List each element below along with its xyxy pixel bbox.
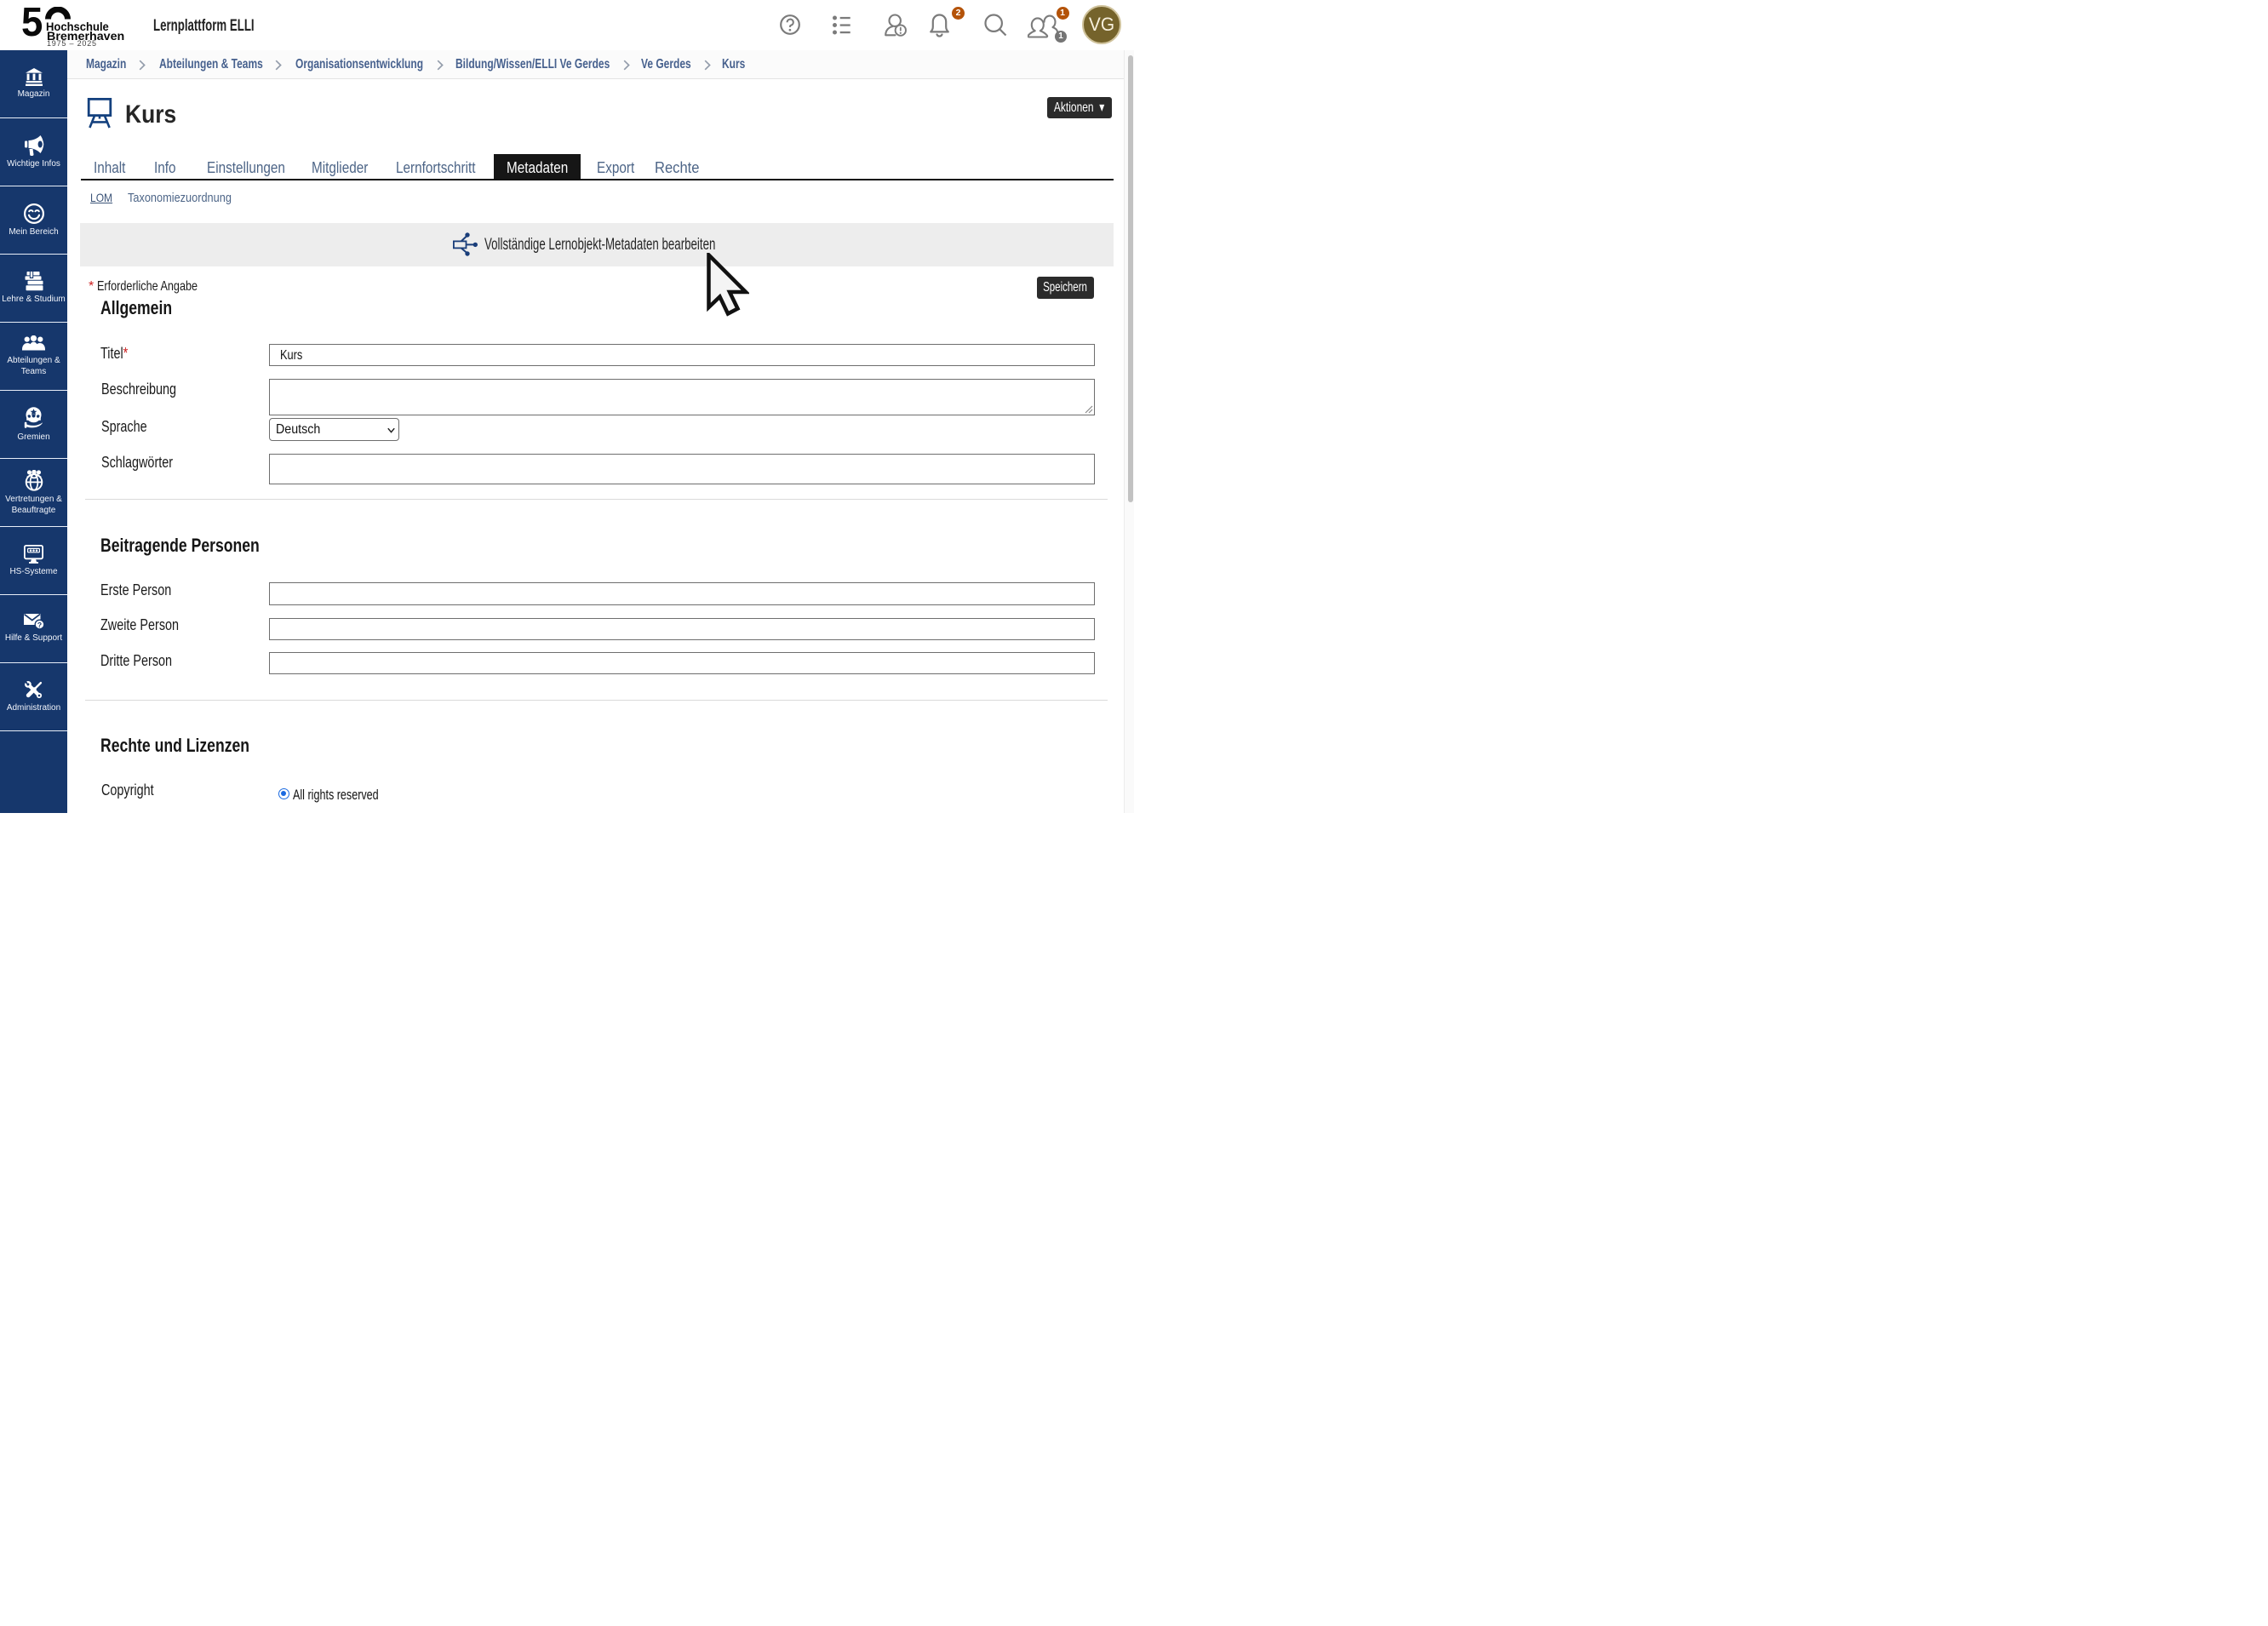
svg-text:?: ? bbox=[37, 621, 41, 629]
